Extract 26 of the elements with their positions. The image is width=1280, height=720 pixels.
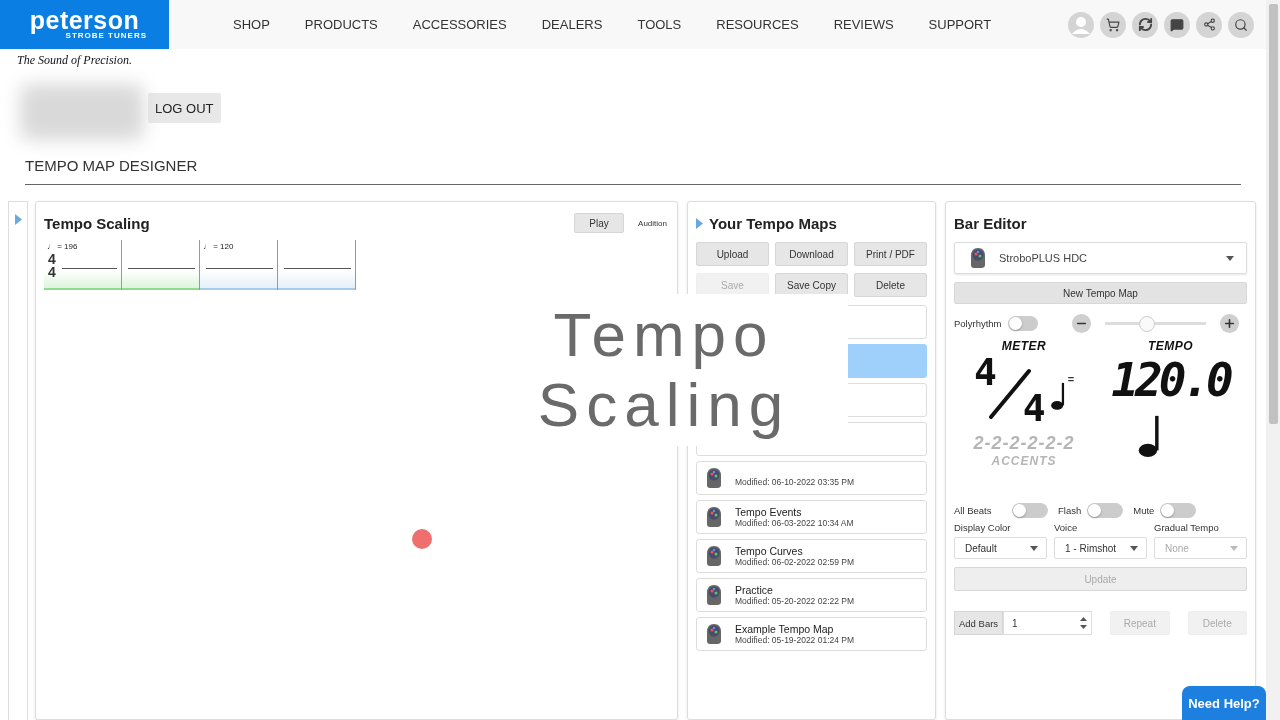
toggle-label: Polyrhythm	[954, 318, 1002, 329]
tagline: The Sound of Precision.	[17, 53, 132, 68]
equals-sign: =	[1067, 373, 1075, 385]
audition-label: Audition	[638, 218, 667, 228]
tempo-mark: ♩ = 196	[47, 242, 79, 253]
toggle-label: Flash	[1058, 505, 1082, 516]
page-title: TEMPO MAP DESIGNER	[25, 157, 199, 174]
overlay-title-line: Tempo	[553, 300, 775, 370]
panel-title: Bar Editor	[954, 214, 1028, 232]
meter-denominator: 4	[1022, 389, 1046, 427]
panel-title: Your Tempo Maps	[709, 214, 838, 232]
time-signature: 4 4	[48, 253, 56, 279]
select-label: Display Color	[954, 522, 1012, 533]
panel-title: Tempo Scaling	[44, 214, 151, 232]
accents-digits: 2-2-2-2-2-2	[973, 433, 1075, 454]
meter-numerator: 4	[973, 353, 997, 391]
toggle-label: Mute	[1133, 505, 1155, 516]
toggle-label: All Beats	[954, 505, 993, 516]
tempo-label: TEMPO	[1147, 339, 1194, 353]
accents-label: ACCENTS	[991, 454, 1057, 468]
meter-label: METER	[1001, 339, 1047, 353]
select-label: Voice	[1054, 522, 1079, 533]
select-label: Gradual Tempo	[1154, 522, 1220, 533]
overlay-title-line: Scaling	[537, 370, 791, 440]
tempo-mark: ♩ = 120	[203, 242, 235, 253]
tempo-value: 120.0	[1111, 353, 1230, 407]
